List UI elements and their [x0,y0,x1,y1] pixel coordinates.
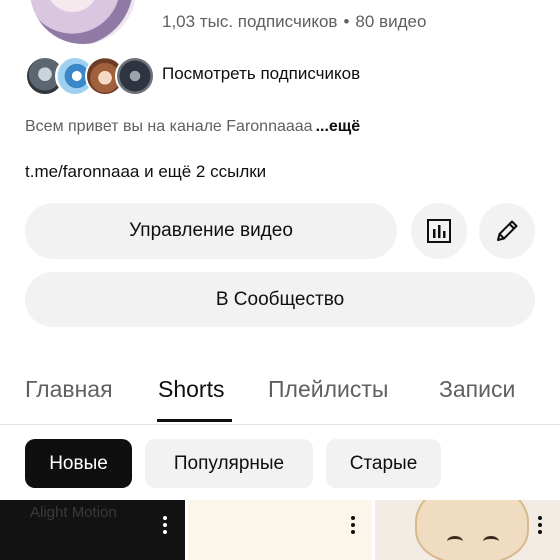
chip-popular[interactable]: Популярные [145,439,313,488]
active-tab-indicator [157,419,232,422]
video-count: 80 видео [355,12,427,31]
description-text: Всем привет вы на канале Faronnaaaa [25,118,313,135]
chip-newest[interactable]: Новые [25,439,132,488]
short-thumbnail[interactable] [375,500,560,560]
character-image [415,500,529,560]
channel-links[interactable]: t.me/faronnaaa и ещё 2 ссылки [25,162,266,182]
stats-separator: • [343,12,350,31]
pencil-icon [497,220,518,241]
more-options-icon[interactable] [162,516,168,538]
link-url[interactable]: t.me/faronnaaa [25,162,139,181]
short-thumbnail[interactable]: Alight Motion [0,500,185,560]
view-subscribers-link[interactable]: Посмотреть подписчиков [162,64,360,84]
analytics-icon [427,219,451,243]
subscriber-avatar [115,56,155,96]
manage-videos-button[interactable]: Управление видео [25,203,397,259]
tab-shorts[interactable]: Shorts [158,376,224,403]
tabs-divider [0,424,560,425]
tab-posts[interactable]: Записи [439,376,515,403]
thumbnail-watermark: Alight Motion [30,504,117,521]
channel-description[interactable]: Всем привет вы на канале Faronnaaaa ...ещ… [25,118,360,136]
edit-channel-button[interactable] [479,203,535,259]
channel-tabs: Главная Shorts Плейлисты Записи [0,366,560,424]
more-options-icon[interactable] [537,516,543,538]
character-eye [447,536,463,547]
subscriber-count: 1,03 тыс. подписчиков [162,12,338,31]
channel-avatar[interactable] [30,0,136,44]
description-more[interactable]: ...ещё [316,118,361,135]
subscriber-avatars[interactable] [25,56,155,96]
more-options-icon[interactable] [350,516,356,538]
community-button[interactable]: В Сообщество [25,272,535,327]
links-more[interactable]: и ещё 2 ссылки [144,162,266,181]
short-thumbnail[interactable] [188,500,372,560]
analytics-button[interactable] [411,203,467,259]
tab-playlists[interactable]: Плейлисты [268,376,388,403]
character-eye [483,536,499,547]
channel-stats: 1,03 тыс. подписчиков • 80 видео [162,12,426,32]
tab-home[interactable]: Главная [25,376,113,403]
chip-oldest[interactable]: Старые [326,439,441,488]
